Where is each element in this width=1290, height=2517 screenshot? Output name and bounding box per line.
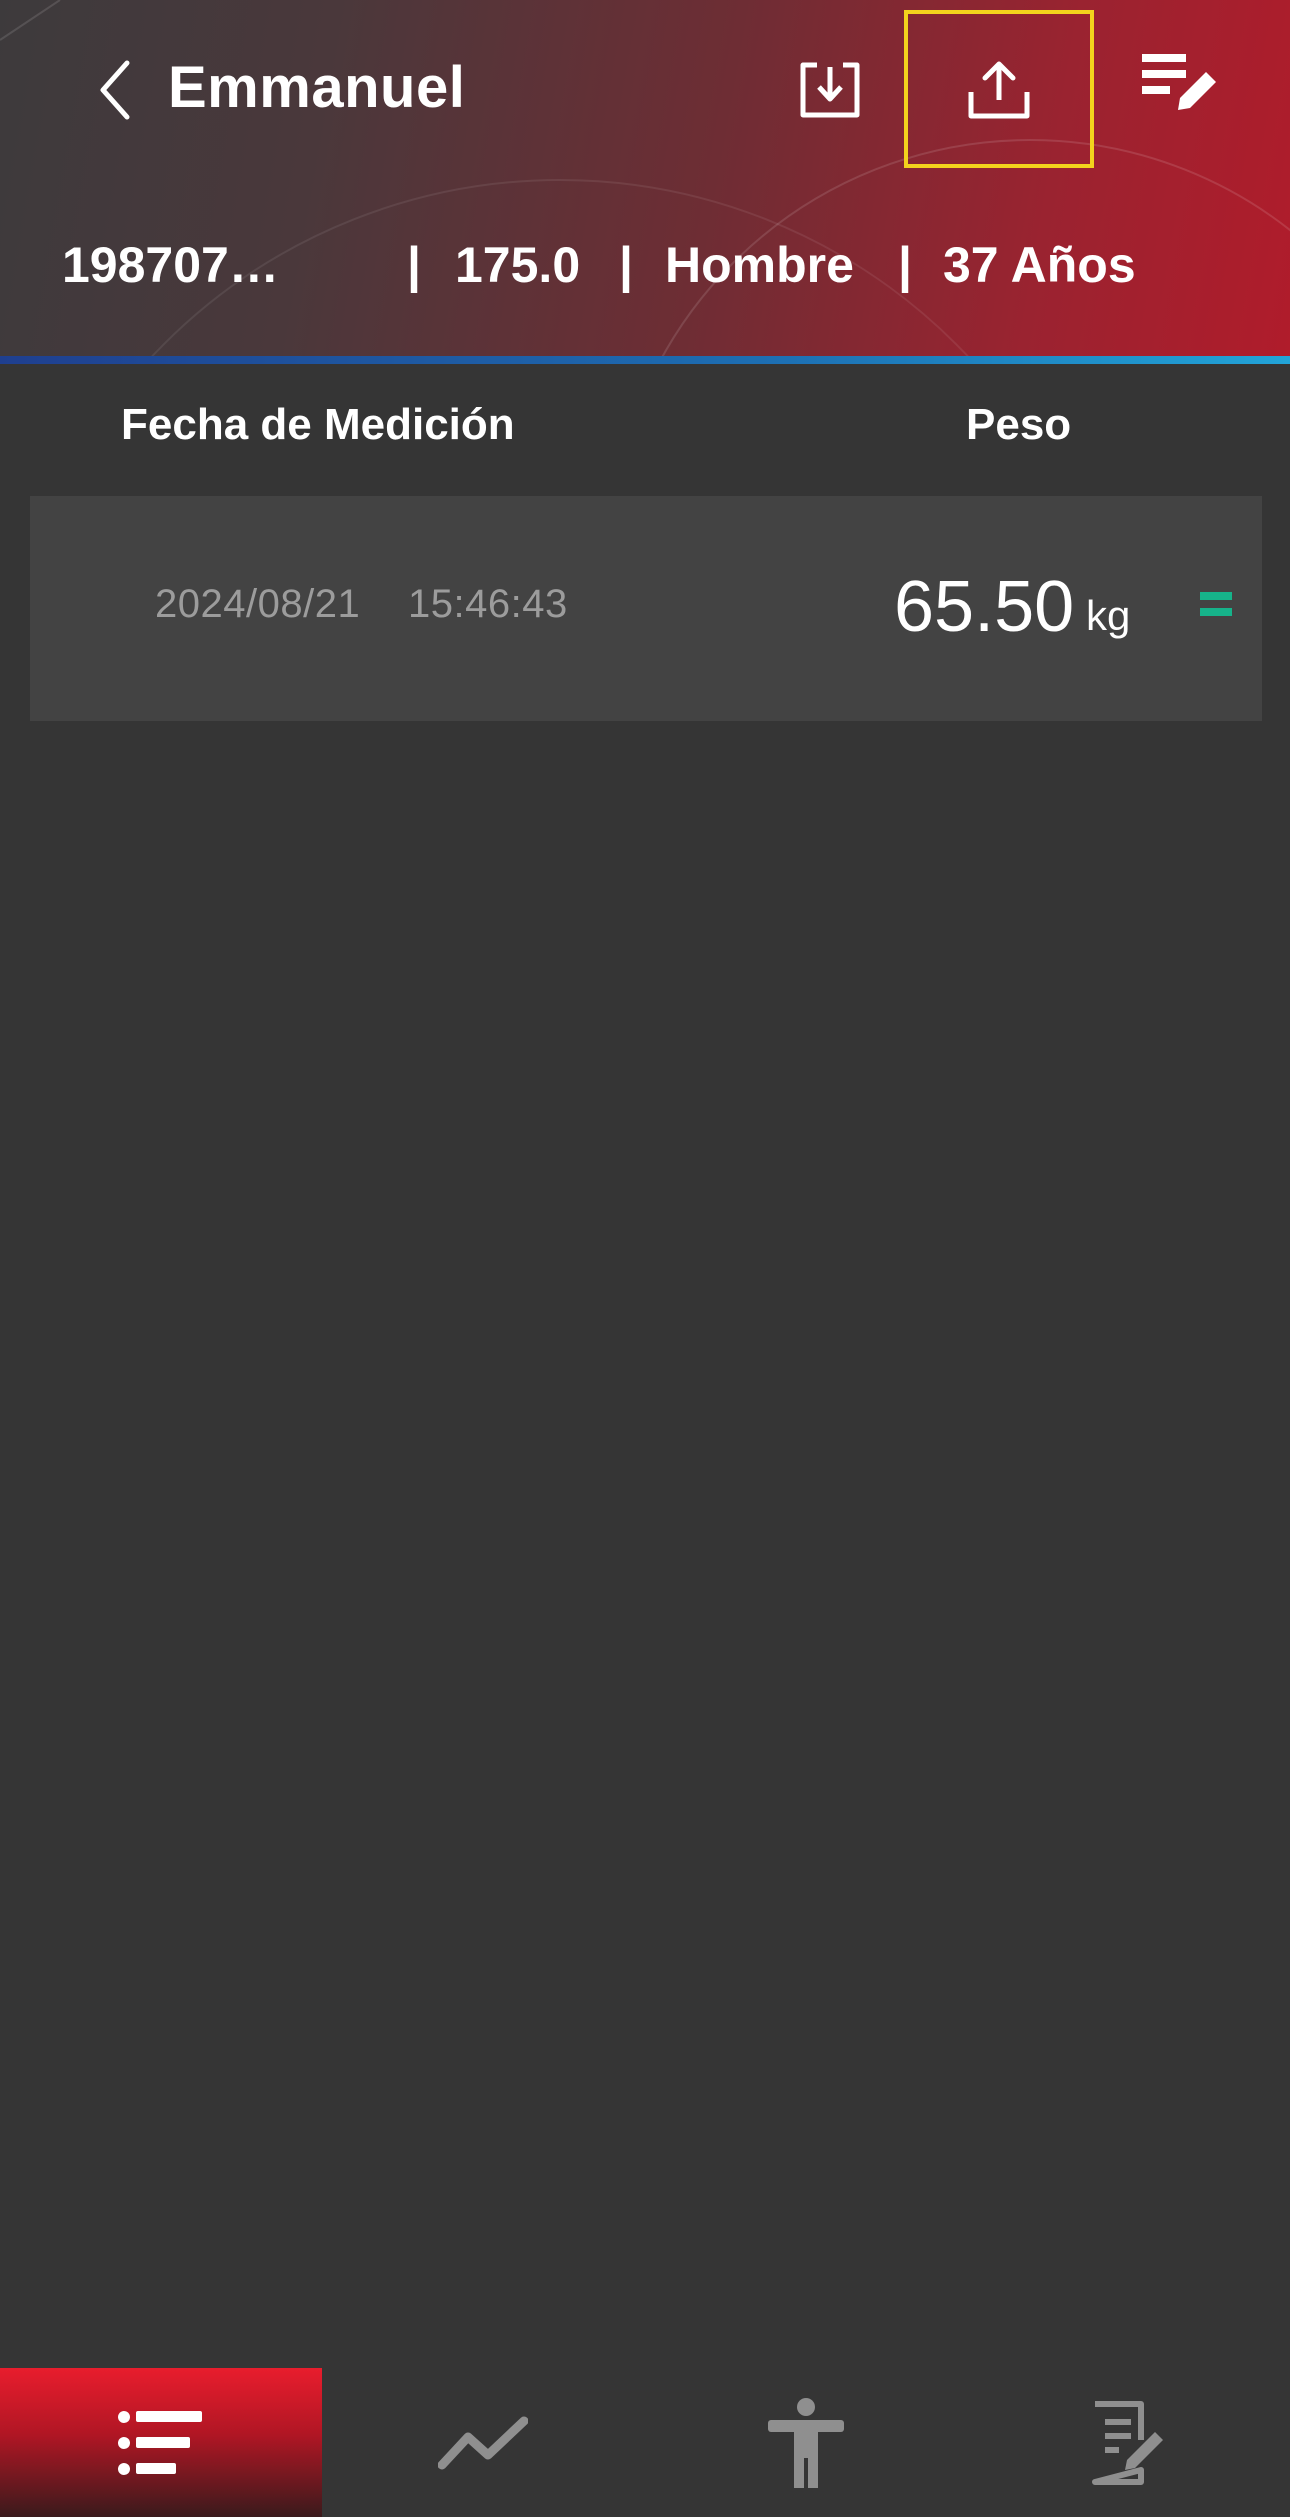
profile-height: 175.0 [455, 237, 581, 293]
trend-chart-icon [438, 2416, 528, 2469]
tab-body[interactable] [645, 2368, 967, 2517]
edit-list-icon [1142, 54, 1216, 110]
tab-history[interactable] [0, 2368, 322, 2517]
measurement-time: 15:46:43 [408, 582, 568, 626]
trend-equal-icon [1200, 592, 1232, 622]
measurement-weight: 65.50 [894, 567, 1075, 647]
tab-trend[interactable] [322, 2368, 644, 2517]
chevron-left-icon [100, 60, 130, 120]
weight-unit: kg [1086, 592, 1131, 639]
separator: | [619, 237, 633, 293]
column-header-date: Fecha de Medición [121, 400, 515, 449]
header-bar: Emmanuel 198707… | 175.0 | Hombre | 37 A… [0, 0, 1290, 364]
profile-info: 198707… | 175.0 | Hombre | 37 Años [0, 236, 1290, 306]
header-divider [0, 356, 1290, 364]
download-icon [800, 62, 860, 118]
separator: | [407, 237, 421, 293]
download-button[interactable] [780, 45, 880, 135]
report-edit-icon [1092, 2400, 1163, 2485]
measurement-row[interactable]: 2024/08/21 15:46:43 65.50 kg [30, 496, 1262, 721]
separator: | [898, 237, 912, 293]
edit-button[interactable] [1120, 40, 1240, 130]
profile-gender: Hombre [665, 237, 854, 293]
column-header-weight: Peso [966, 400, 1072, 449]
page-title: Emmanuel [168, 55, 466, 120]
person-icon [768, 2397, 844, 2488]
list-icon [118, 2410, 202, 2475]
bottom-navigation [0, 2368, 1290, 2517]
back-button[interactable] [90, 55, 140, 125]
profile-age: 37 Años [943, 237, 1136, 293]
upload-icon [968, 61, 1030, 119]
upload-button[interactable] [904, 10, 1094, 168]
profile-id: 198707… [62, 237, 279, 293]
measurement-date: 2024/08/21 [155, 582, 361, 626]
tab-report[interactable] [968, 2368, 1290, 2517]
